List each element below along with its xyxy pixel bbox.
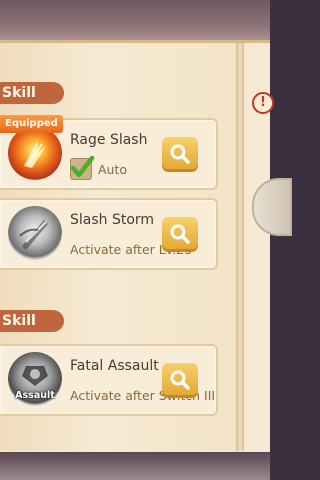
bottom-background (0, 452, 270, 480)
auto-checkbox[interactable] (70, 155, 95, 180)
section-tab-label: Skill (2, 85, 36, 101)
icon-caption: Assault (15, 390, 55, 401)
flame-slash-icon (8, 126, 62, 180)
equipped-badge: Equipped (0, 115, 63, 133)
skill-card-slash-storm[interactable]: Slash Storm Activate after Lv.25 (0, 198, 218, 270)
skill-name: Slash Storm (70, 212, 155, 228)
skill-card-fatal-assault[interactable]: Assault Fatal Assault Activate after Swi… (0, 344, 218, 416)
tab-cap (56, 89, 64, 97)
magnifier-icon (170, 144, 190, 164)
section-tab-skill-2: Skill (0, 310, 64, 332)
top-background (0, 0, 270, 44)
skill-detail-button[interactable] (162, 217, 198, 251)
skill-name: Rage Slash (70, 132, 148, 148)
section-tab-label: Skill (2, 313, 36, 329)
magnifier-icon (170, 224, 190, 244)
sword-storm-icon (8, 206, 62, 260)
skill-name: Fatal Assault (70, 358, 159, 374)
book-spine (236, 43, 244, 451)
tab-cap (56, 317, 64, 325)
skill-detail-button[interactable] (162, 363, 198, 397)
assault-icon: Assault (8, 352, 62, 406)
checkmark-icon (70, 155, 95, 178)
auto-label: Auto (98, 162, 128, 177)
skill-detail-button[interactable] (162, 137, 198, 171)
magnifier-icon (170, 370, 190, 390)
alert-icon[interactable]: ! (252, 92, 274, 114)
section-tab-skill: Skill (0, 82, 64, 104)
